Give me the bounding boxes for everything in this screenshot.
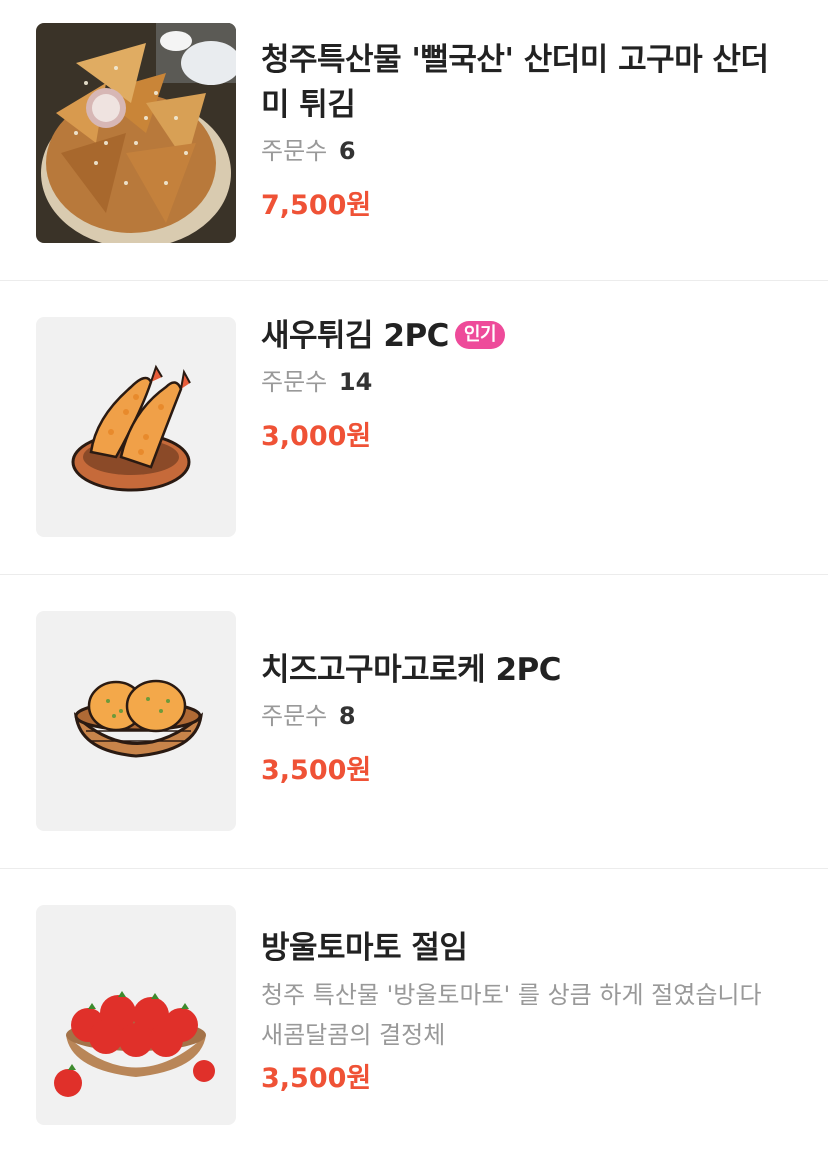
menu-item-price: 3,500원: [261, 755, 372, 786]
fried-shrimp-illustration: [71, 364, 191, 492]
order-count-label: 주문수: [261, 137, 328, 165]
menu-item-price: 3,500원: [261, 1063, 372, 1094]
menu-item-name: 치즈고구마고로케 2PC: [261, 652, 562, 688]
order-count: 주문수 6: [261, 134, 788, 168]
menu-item-image: [36, 611, 236, 831]
fried-sweet-potato-photo: [36, 23, 236, 243]
menu-item-name: 방울토마토 절임: [261, 930, 468, 966]
menu-item-image: [36, 317, 236, 537]
menu-item[interactable]: 청주특산물 '뻘국산' 산더미 고구마 산더미 튀김 주문수 6 7,500원: [0, 0, 828, 281]
menu-item-description: 청주 특산물 '방울토마토' 를 상큼 하게 절였습니다 새콤달콤의 결정체: [261, 981, 762, 1049]
menu-item[interactable]: 새우튀김 2PC 인기 주문수 14 3,000원: [0, 281, 828, 575]
menu-item[interactable]: 방울토마토 절임 청주 특산물 '방울토마토' 를 상큼 하게 절였습니다 새콤…: [0, 869, 828, 1149]
order-count-value: 6: [338, 137, 356, 165]
menu-item-name-text: 새우튀김 2PC: [261, 318, 449, 354]
order-count-value: 14: [338, 368, 373, 396]
menu-item-name: 청주특산물 '뻘국산' 산더미 고구마 산더미 튀김: [261, 42, 769, 123]
order-count: 주문수 8: [261, 699, 788, 733]
croquette-illustration: [73, 679, 204, 758]
order-count-value: 8: [338, 702, 356, 730]
popular-badge: 인기: [454, 321, 506, 349]
order-count-label: 주문수: [261, 368, 328, 396]
menu-list: 청주특산물 '뻘국산' 산더미 고구마 산더미 튀김 주문수 6 7,500원: [0, 0, 828, 1149]
menu-item-price: 3,000원: [261, 421, 372, 452]
order-count-label: 주문수: [261, 702, 328, 730]
cherry-tomato-illustration: [54, 991, 215, 1097]
menu-item-image: [36, 905, 236, 1125]
menu-item[interactable]: 치즈고구마고로케 2PC 주문수 8 3,500원: [0, 575, 828, 869]
order-count: 주문수 14: [261, 365, 788, 399]
menu-item-price: 7,500원: [261, 190, 372, 221]
menu-item-image: [36, 23, 236, 243]
menu-item-name: 새우튀김 2PC 인기: [261, 314, 788, 359]
